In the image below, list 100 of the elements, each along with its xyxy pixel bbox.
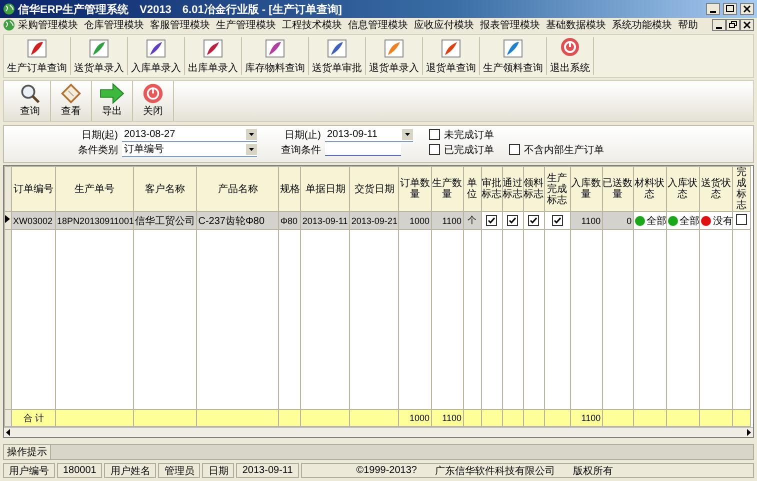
- toolbar-button[interactable]: 生产领料查询: [480, 37, 547, 75]
- table-cell: 1100: [570, 212, 602, 230]
- minimize-icon[interactable]: [706, 3, 720, 15]
- restore-icon[interactable]: [726, 19, 740, 31]
- scroll-right-icon[interactable]: [744, 428, 753, 437]
- column-header[interactable]: 送货状态: [699, 166, 732, 212]
- column-header[interactable]: 生产单号: [56, 166, 134, 212]
- column-header[interactable]: 已送数量: [602, 166, 634, 212]
- menu-item[interactable]: 应收应付模块: [411, 18, 477, 32]
- column-header[interactable]: 客户名称: [134, 166, 197, 212]
- toolbar-button[interactable]: 送货单录入: [71, 37, 128, 75]
- status-text: 用户编号: [3, 463, 55, 478]
- table-cell: 2013-09-21: [350, 212, 399, 230]
- feather-icon: [88, 37, 110, 59]
- column-header[interactable]: 材料状态: [633, 166, 666, 212]
- minimize-icon[interactable]: [712, 19, 726, 31]
- column-header[interactable]: 单位: [463, 166, 482, 212]
- window-title: 信华ERP生产管理系统 V2013 6.01冶金行业版 - [生产订单查询]: [18, 2, 343, 16]
- menu-item[interactable]: 报表管理模块: [477, 18, 543, 32]
- toolbar-button[interactable]: 查看: [51, 81, 92, 121]
- field-label: 查询条件: [281, 144, 322, 156]
- caret-icon[interactable]: [402, 128, 413, 140]
- column-header[interactable]: 通过标志: [502, 166, 524, 212]
- column-header[interactable]: 订单数量: [398, 166, 431, 212]
- field-label: 日期(止): [283, 128, 322, 142]
- checkbox[interactable]: [507, 215, 518, 226]
- checkbox-option[interactable]: 不含内部生产订单: [509, 142, 669, 156]
- feather-icon: [202, 37, 224, 59]
- column-header[interactable]: 入库状态: [666, 166, 700, 212]
- menu-item[interactable]: 采购管理模块: [15, 18, 81, 32]
- status-text: 2013-09-11: [236, 463, 299, 478]
- close-icon[interactable]: [740, 19, 754, 31]
- toolbar-button[interactable]: 退货单查询: [423, 37, 480, 75]
- query-field[interactable]: [325, 143, 401, 156]
- globe-icon: [3, 3, 15, 15]
- toolbar-button[interactable]: 查询: [10, 81, 51, 121]
- row-indicator-icon: [5, 215, 10, 223]
- checkbox[interactable]: [509, 144, 520, 155]
- column-header[interactable]: 产品名称: [196, 166, 279, 212]
- field-label: 日期(起): [80, 128, 119, 142]
- status-text: 没有: [712, 216, 733, 226]
- maximize-icon[interactable]: [723, 3, 737, 15]
- checkbox[interactable]: [528, 215, 540, 226]
- menu-item[interactable]: 仓库管理模块: [81, 18, 147, 32]
- toolbar-button[interactable]: 入库单录入: [128, 37, 185, 75]
- caret-icon[interactable]: [246, 128, 257, 140]
- checkbox[interactable]: [429, 144, 440, 155]
- menu-item[interactable]: 帮助: [675, 18, 701, 32]
- checkbox-option[interactable]: 未完成订单: [429, 128, 669, 142]
- column-header[interactable]: 审批标志: [481, 166, 502, 212]
- status-text: 用户姓名: [104, 463, 156, 478]
- status-text: 180001: [57, 463, 102, 478]
- close-icon[interactable]: [740, 3, 754, 15]
- toolbar-button[interactable]: 送货单审批: [309, 37, 366, 75]
- dropdown[interactable]: 订单编号: [122, 142, 257, 156]
- feather-icon: [440, 37, 462, 59]
- caret-icon[interactable]: [246, 144, 257, 154]
- table-cell: 1100: [431, 212, 464, 230]
- status-text: 全部: [646, 216, 667, 226]
- column-header[interactable]: 交货日期: [350, 166, 399, 212]
- column-header[interactable]: 规格: [278, 166, 301, 212]
- date-field[interactable]: 2013-09-11: [325, 128, 413, 142]
- checkbox[interactable]: [486, 215, 498, 226]
- column-header[interactable]: 完成标志: [732, 166, 750, 212]
- column-header[interactable]: 入库数量: [570, 166, 602, 212]
- copyright-text: ©1999-2013?: [356, 465, 417, 476]
- date-field[interactable]: 2013-08-27: [122, 128, 257, 142]
- toolbar-button[interactable]: 库存物料查询: [242, 37, 309, 75]
- column-header[interactable]: 单据日期: [300, 166, 350, 212]
- toolbar-button[interactable]: 出库单录入: [185, 37, 242, 75]
- menu-item[interactable]: 基础数据模块: [543, 18, 609, 32]
- feather-icon: [264, 37, 286, 59]
- menu-item[interactable]: 生产管理模块: [213, 18, 279, 32]
- horizontal-scrollbar[interactable]: [4, 427, 753, 437]
- column-header[interactable]: 生产完成标志: [544, 166, 570, 212]
- clipboard-icon: [59, 83, 83, 104]
- menu-item[interactable]: 信息管理模块: [345, 18, 411, 32]
- checkbox[interactable]: [736, 214, 747, 225]
- toolbar-button[interactable]: 退出系统: [547, 37, 594, 75]
- menu-item[interactable]: 系统功能模块: [609, 18, 675, 32]
- menu-item[interactable]: 工程技术模块: [279, 18, 345, 32]
- column-header[interactable]: 生产数量: [431, 166, 464, 212]
- search-icon: [18, 83, 42, 104]
- checkbox[interactable]: [429, 129, 440, 140]
- column-header[interactable]: 领料标志: [523, 166, 544, 212]
- status-text: 全部: [680, 216, 700, 226]
- toolbar-button[interactable]: 生产订单查询: [4, 37, 71, 75]
- toolbar-button[interactable]: 导出: [92, 81, 133, 121]
- table-cell: 1000: [398, 212, 431, 230]
- toolbar-button[interactable]: 退货单录入: [366, 37, 423, 75]
- menu-item[interactable]: 客服管理模块: [147, 18, 213, 32]
- toolbar-button[interactable]: 关闭: [133, 81, 174, 121]
- copyright-text: 版权所有: [573, 464, 613, 478]
- table-cell: 2013-09-11: [300, 212, 350, 230]
- checkbox[interactable]: [552, 215, 563, 226]
- column-header[interactable]: 订单编号: [12, 166, 56, 212]
- checkbox-option[interactable]: 已完成订单: [429, 142, 509, 156]
- globe-icon: [3, 19, 15, 31]
- table-cell: 18PN20130911001: [56, 212, 134, 230]
- feather-icon: [145, 37, 167, 59]
